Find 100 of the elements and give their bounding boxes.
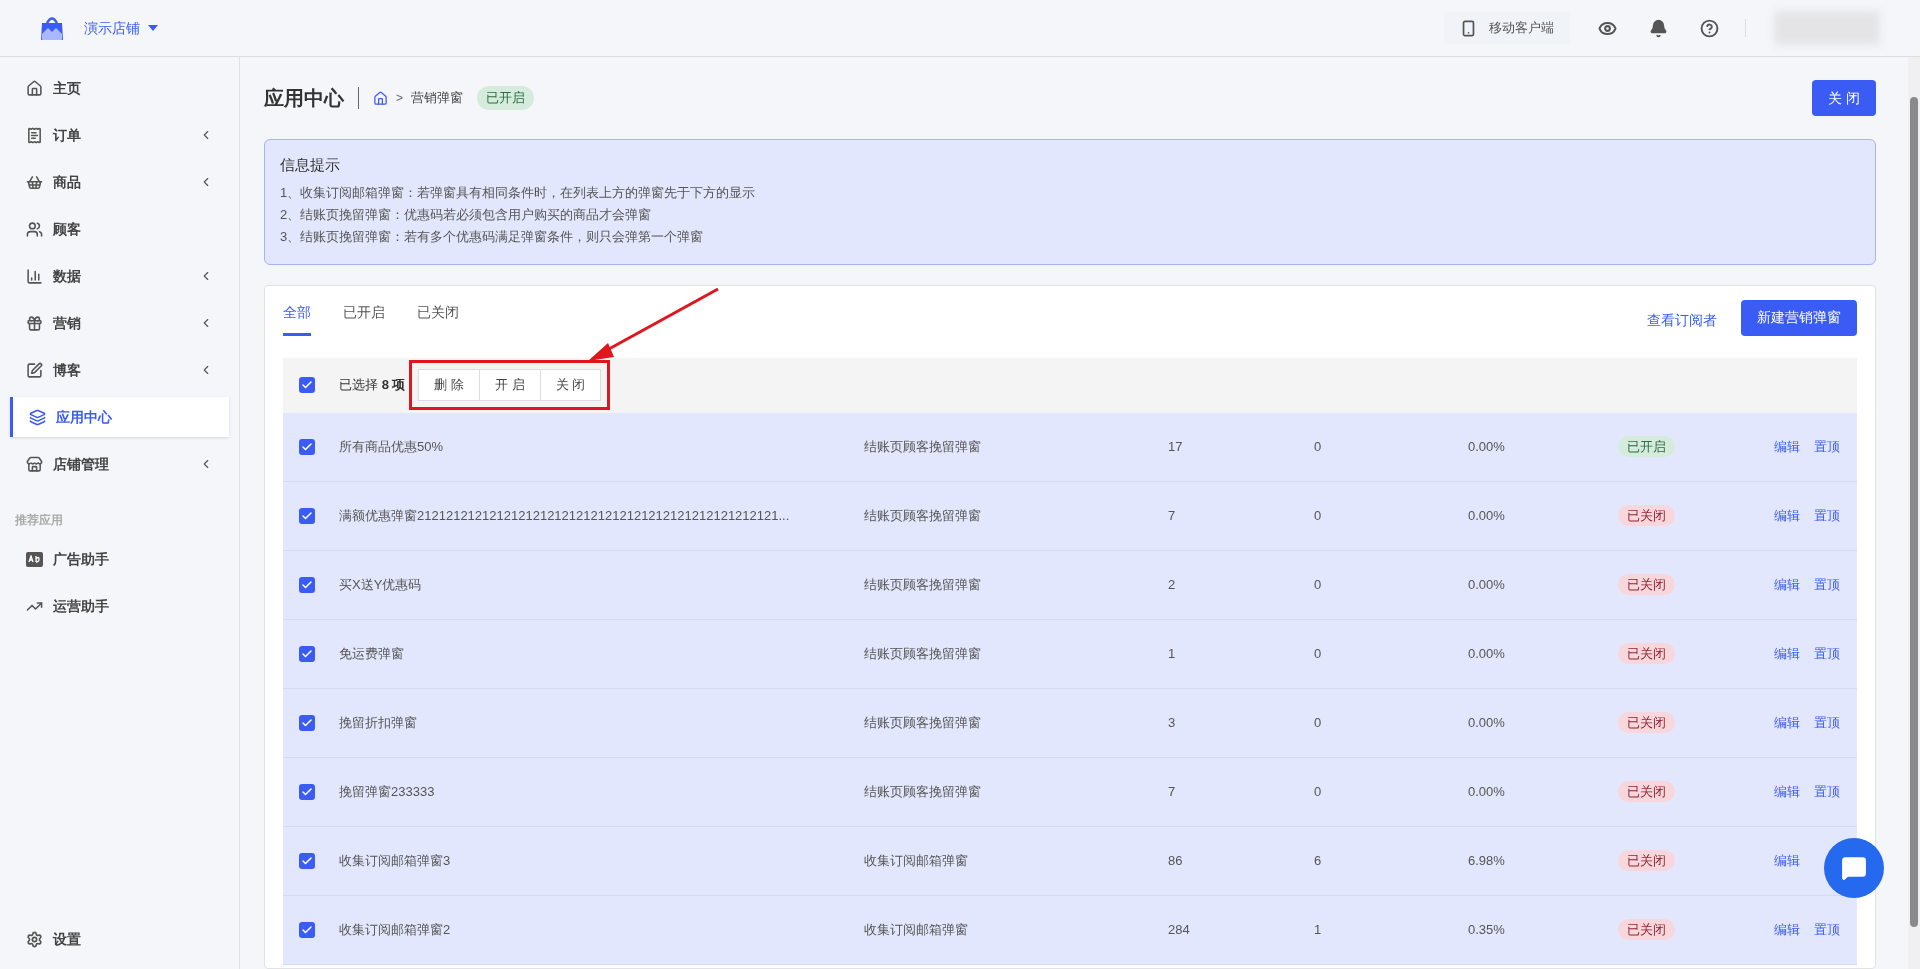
filter-tab[interactable]: 全部 [283,299,311,336]
row-name: 买X送Y优惠码 [339,575,423,594]
action-link[interactable]: 置顶 [1814,643,1840,664]
filter-tab[interactable]: 已开启 [343,299,385,336]
settings-item[interactable]: 设置 [10,919,229,959]
sidebar-item[interactable]: 应用中心 [10,397,229,437]
action-link[interactable]: 编辑 [1774,643,1800,664]
row-name: 收集订阅邮箱弹窗2 [339,920,452,939]
chat-icon [1841,855,1867,881]
store-icon [26,455,43,473]
table-cell-text: 284 [1168,920,1191,939]
edit-icon [26,361,43,379]
bulk-action-button[interactable]: 删 除 [418,369,481,401]
bell-icon[interactable] [1649,18,1668,38]
action-link[interactable]: 置顶 [1814,781,1840,802]
status-badge: 已关闭 [1618,504,1675,526]
checkbox[interactable] [299,852,315,869]
info-line: 1、收集订阅邮箱弹窗：若弹窗具有相同条件时，在列表上方的弹窗先于下方的显示 [280,183,757,202]
status-badge: 已关闭 [1618,711,1675,733]
info-line: 3、结账页挽留弹窗：若有多个优惠码满足弹窗条件，则只会弹第一个弹窗 [280,227,705,246]
table-cell-text: 86 [1168,851,1184,870]
filter-tab[interactable]: 已关闭 [417,299,459,336]
gift-icon [26,314,43,332]
layers-icon [29,408,46,426]
sidebar-item[interactable]: 店铺管理 [10,444,229,484]
action-link[interactable]: 置顶 [1814,919,1840,940]
action-link[interactable]: 编辑 [1774,574,1800,595]
row-type: 结账页顾客挽留弹窗 [864,782,982,801]
checkbox[interactable] [299,438,315,455]
help-icon[interactable] [1700,18,1719,38]
new-popup-button[interactable]: 新建营销弹窗 [1741,299,1857,336]
checkbox[interactable] [299,921,315,938]
info-title: 信息提示 [280,155,341,175]
table-cell-text: 7 [1168,782,1177,801]
sidebar-item[interactable]: 营销 [10,303,229,343]
table-cell-text: 1 [1168,644,1177,663]
selection-count: 已选择 8 项 [339,376,406,395]
action-link[interactable]: 编辑 [1774,850,1800,871]
table-cell-text: 6.98% [1468,851,1506,870]
basket-icon [26,173,43,191]
table-cell-text: 0.00% [1468,782,1506,801]
status-badge: 已关闭 [1618,780,1675,802]
row-type: 结账页顾客挽留弹窗 [864,713,982,732]
check-icon [301,785,313,798]
check-icon [301,923,313,936]
view-subscribers-link[interactable]: 查看订阅者 [1647,309,1717,331]
action-link[interactable]: 编辑 [1774,436,1800,457]
checkbox[interactable] [299,714,315,731]
phone-icon [1460,19,1477,37]
sidebar-item[interactable]: 主页 [10,68,229,108]
action-link[interactable]: 编辑 [1774,781,1800,802]
home-icon [26,79,43,97]
action-link[interactable]: 置顶 [1814,436,1840,457]
store-switcher[interactable]: 演示店铺 [84,17,158,39]
page-title: 应用中心 [264,86,344,111]
checkbox[interactable] [299,645,315,662]
mobile-client-button[interactable]: 移动客户端 [1444,12,1570,44]
row-type: 结账页顾客挽留弹窗 [864,437,982,456]
sidebar-item[interactable]: 博客 [10,350,229,390]
scrollbar-thumb[interactable] [1910,97,1918,927]
action-link[interactable]: 置顶 [1814,712,1840,733]
breadcrumb-item: 营销弹窗 [411,89,463,108]
breadcrumb-separator: > [396,90,403,107]
action-link[interactable]: 编辑 [1774,505,1800,526]
status-badge: 已关闭 [1618,642,1675,664]
status-badge: 已关闭 [1618,918,1675,940]
row-type: 收集订阅邮箱弹窗 [864,851,969,870]
action-link[interactable]: 置顶 [1814,574,1840,595]
table-cell-text: 7 [1168,506,1177,525]
row-type: 收集订阅邮箱弹窗 [864,920,969,939]
table-cell-text: 2 [1168,575,1177,594]
section-title: 推荐应用 [15,512,64,529]
check-icon [301,716,313,729]
status-badge: 已关闭 [1618,849,1675,871]
sidebar-item[interactable]: 广告助手 [10,539,229,579]
table-cell-text: 6 [1314,851,1323,870]
sidebar-item[interactable]: 顾客 [10,209,229,249]
sidebar-item[interactable]: 数据 [10,256,229,296]
action-link[interactable]: 编辑 [1774,919,1800,940]
checkbox[interactable] [299,576,315,593]
home-icon[interactable] [373,90,388,106]
action-link[interactable]: 编辑 [1774,712,1800,733]
sidebar-item[interactable]: 商品 [10,162,229,202]
check-icon [301,578,313,591]
close-button[interactable]: 关 闭 [1812,80,1876,116]
bulk-action-button[interactable]: 开 启 [480,369,541,401]
checkbox[interactable] [299,377,315,393]
check-icon [301,440,313,453]
sidebar-item[interactable]: 订单 [10,115,229,155]
status-badge: 已关闭 [1618,573,1675,595]
row-name: 所有商品优惠50% [339,437,445,456]
action-link[interactable]: 置顶 [1814,505,1840,526]
checkbox[interactable] [299,783,315,800]
table-cell-text: 1 [1314,920,1323,939]
settings-icon [26,930,43,948]
checkbox[interactable] [299,507,315,524]
sidebar-item[interactable]: 运营助手 [10,586,229,626]
info-line: 2、结账页挽留弹窗：优惠码若必须包含用户购买的商品才会弹窗 [280,205,653,224]
bulk-action-button[interactable]: 关 闭 [540,369,602,401]
table-cell-text: 0 [1314,506,1323,525]
